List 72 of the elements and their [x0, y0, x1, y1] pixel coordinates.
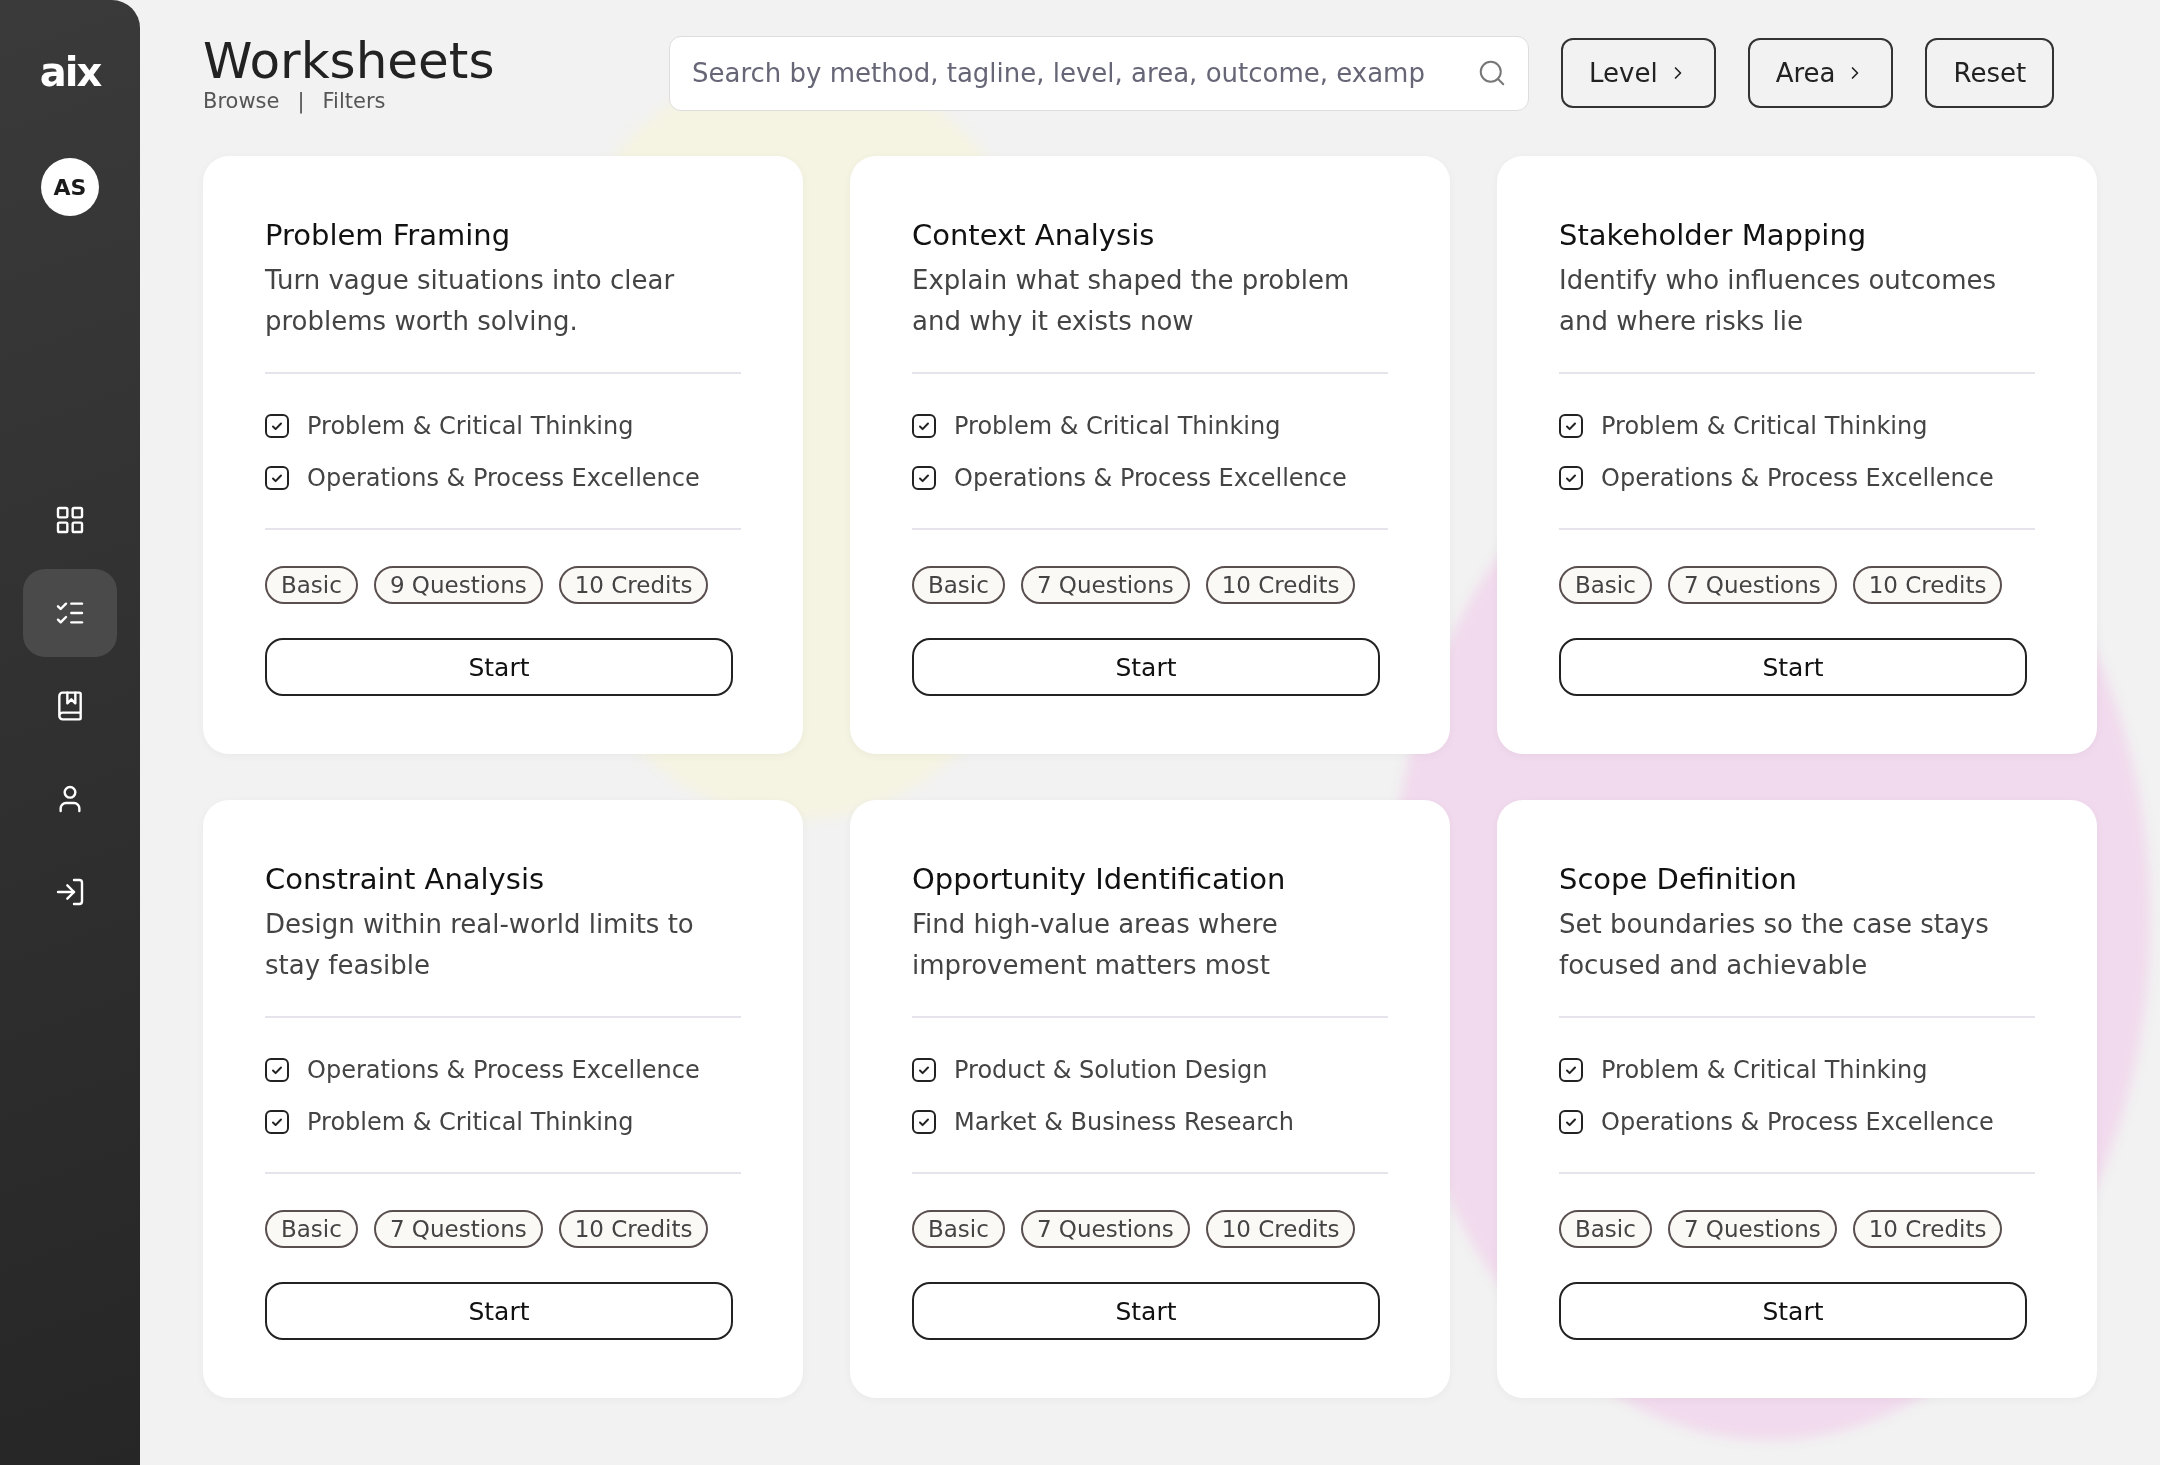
area-label: Operations & Process Excellence	[307, 1056, 700, 1084]
card-description: Identify who influences outcomes and where risks lie	[1559, 264, 1998, 338]
start-button[interactable]: Start	[912, 638, 1380, 696]
tag: 10 Credits	[1205, 1210, 1356, 1248]
start-button[interactable]: Start	[1559, 638, 2027, 696]
breadcrumb-separator: |	[297, 88, 305, 113]
tag: Basic	[265, 1210, 358, 1248]
tag: 7 Questions	[1020, 566, 1190, 604]
start-button[interactable]: Start	[265, 1282, 733, 1340]
reset-button[interactable]: Reset	[1925, 38, 2055, 108]
tag: Basic	[912, 566, 1005, 604]
area-label: Operations & Process Excellence	[1601, 464, 1994, 492]
checkbox[interactable]	[265, 1110, 289, 1134]
card-description: Turn vague situations into clear problems worth solving.	[265, 264, 676, 338]
tag: 7 Questions	[1667, 566, 1837, 604]
checkbox[interactable]	[912, 1058, 936, 1082]
breadcrumb-link[interactable]: Browse	[203, 88, 280, 113]
logo: aix	[39, 52, 101, 92]
checkbox[interactable]	[265, 466, 289, 490]
area-label: Problem & Critical Thinking	[1601, 1056, 1928, 1084]
logout-icon	[54, 876, 86, 908]
checkbox[interactable]	[912, 466, 936, 490]
card-title: Stakeholder Mapping	[1559, 218, 1868, 252]
card-description: Design within real-world limits to stay feasible	[265, 908, 695, 982]
card-description: Find high-value areas where improvement matters most	[912, 908, 1279, 982]
breadcrumb-link[interactable]: Filters	[322, 88, 386, 113]
card-description: Explain what shaped the problem and why it exists now	[912, 264, 1351, 338]
card-title: Constraint Analysis	[265, 862, 546, 896]
card-title: Context Analysis	[912, 218, 1156, 252]
checkbox[interactable]	[265, 414, 289, 438]
checkbox[interactable]	[1559, 414, 1583, 438]
page-title: Worksheets	[203, 33, 496, 89]
checkbox[interactable]	[912, 414, 936, 438]
card-title: Scope Definition	[1559, 862, 1798, 896]
start-button[interactable]: Start	[265, 638, 733, 696]
tag: 7 Questions	[1020, 1210, 1190, 1248]
search-field[interactable]: Search by method, tagline, level, area, outcome, examp	[669, 35, 1529, 111]
filter-button[interactable]: Level	[1561, 38, 1716, 108]
area-label: Problem & Critical Thinking	[954, 412, 1281, 440]
area-label: Problem & Critical Thinking	[1601, 412, 1928, 440]
area-label: Problem & Critical Thinking	[307, 1108, 634, 1136]
area-label: Product & Solution Design	[954, 1056, 1268, 1084]
card-title: Problem Framing	[265, 218, 512, 252]
checkbox[interactable]	[1559, 466, 1583, 490]
tag: Basic	[912, 1210, 1005, 1248]
tag: 7 Questions	[373, 1210, 543, 1248]
tag: 10 Credits	[558, 1210, 709, 1248]
checkbox[interactable]	[1559, 1110, 1583, 1134]
tag: 10 Credits	[1205, 566, 1356, 604]
card-title: Opportunity Identification	[912, 862, 1287, 896]
tag: 7 Questions	[1667, 1210, 1837, 1248]
checkbox[interactable]	[265, 1058, 289, 1082]
user-avatar[interactable]: AS	[41, 158, 99, 216]
area-label: Market & Business Research	[954, 1108, 1295, 1136]
card-description: Set boundaries so the case stays focused and achievable	[1559, 908, 1990, 982]
checkbox[interactable]	[912, 1110, 936, 1134]
area-label: Operations & Process Excellence	[307, 464, 700, 492]
tag: 10 Credits	[558, 566, 709, 604]
tag: Basic	[1559, 1210, 1652, 1248]
filter-button[interactable]: Area	[1747, 38, 1894, 108]
tag: Basic	[1559, 566, 1652, 604]
tag: 10 Credits	[1852, 1210, 2003, 1248]
area-label: Operations & Process Excellence	[1601, 1108, 1994, 1136]
start-button[interactable]: Start	[1559, 1282, 2027, 1340]
checkbox[interactable]	[1559, 1058, 1583, 1082]
tag: Basic	[265, 566, 358, 604]
tag: 9 Questions	[373, 566, 543, 604]
area-label: Problem & Critical Thinking	[307, 412, 634, 440]
grid-icon	[54, 504, 86, 536]
area-label: Operations & Process Excellence	[954, 464, 1347, 492]
tag: 10 Credits	[1852, 566, 2003, 604]
start-button[interactable]: Start	[912, 1282, 1380, 1340]
